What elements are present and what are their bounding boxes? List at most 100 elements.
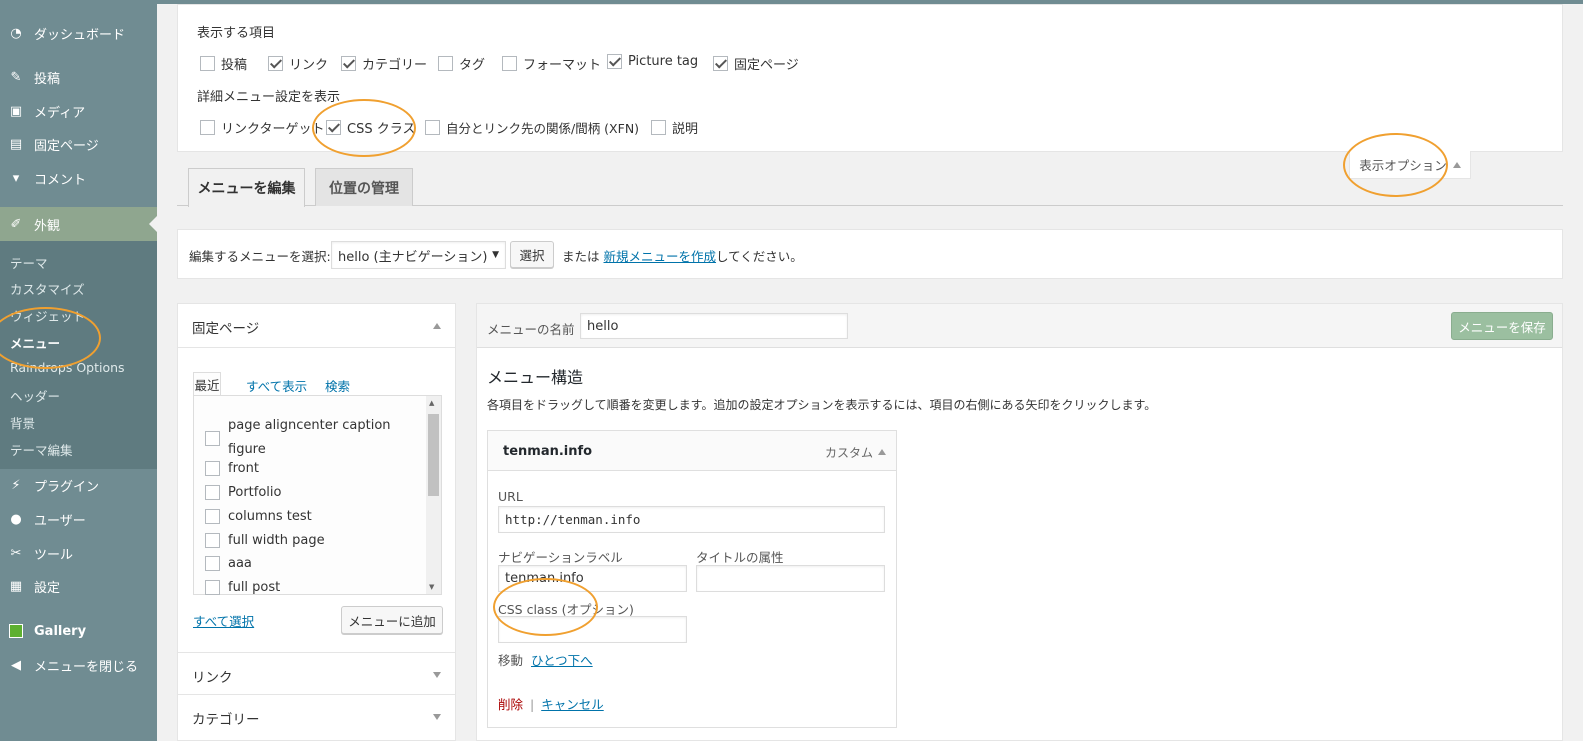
sidebar-item-dashboard[interactable]: ◔ ダッシュボード — [0, 18, 157, 48]
page-item[interactable]: page aligncenter caption figure — [205, 414, 408, 462]
collapse-caret-icon — [433, 323, 441, 329]
categories-section-header[interactable]: カテゴリー — [178, 694, 455, 740]
pin-icon: ✎ — [10, 69, 22, 85]
checkbox[interactable] — [205, 580, 220, 595]
links-section-header[interactable]: リンク — [178, 652, 455, 694]
checkbox[interactable] — [205, 556, 220, 571]
url-input[interactable]: http://tenman.info — [498, 506, 885, 533]
appearance-submenu: テーマ カスタマイズ ウィジェット メニュー Raindrops Options… — [0, 241, 157, 469]
tab-manage-locations[interactable]: 位置の管理 — [315, 168, 413, 206]
option-description[interactable]: 説明 — [651, 118, 698, 137]
submenu-themes[interactable]: テーマ — [10, 253, 48, 272]
submenu-raindrops-options[interactable]: Raindrops Options — [10, 360, 125, 375]
menu-name-input[interactable]: hello — [580, 313, 848, 339]
submenu-widgets[interactable]: ウィジェット — [10, 306, 85, 325]
checkbox[interactable] — [268, 56, 283, 71]
page-item[interactable]: full post — [205, 580, 280, 595]
move-down-link[interactable]: ひとつ下へ — [531, 653, 593, 668]
checkbox[interactable] — [200, 56, 215, 71]
checkbox[interactable] — [713, 56, 728, 71]
add-to-menu-button[interactable]: メニューに追加 — [341, 606, 443, 634]
tab-edit-menus[interactable]: メニューを編集 — [188, 168, 305, 207]
sidebar-item-media[interactable]: ▣ メディア — [0, 96, 157, 126]
option-xfn[interactable]: 自分とリンク先の関係/間柄 (XFN) — [425, 118, 639, 137]
sidebar-collapse[interactable]: ◀ メニューを閉じる — [0, 650, 157, 680]
tab-search[interactable]: 検索 — [325, 376, 350, 395]
option-css-classes[interactable]: CSS クラス — [326, 118, 415, 137]
move-label: 移動 — [498, 653, 524, 668]
sidebar-item-posts[interactable]: ✎ 投稿 — [0, 62, 157, 92]
submenu-menus[interactable]: メニュー — [10, 333, 60, 352]
comment-icon: ▾ — [12, 170, 20, 186]
cancel-link[interactable]: キャンセル — [541, 697, 604, 712]
checkbox[interactable] — [438, 56, 453, 71]
option-categories[interactable]: カテゴリー — [341, 54, 427, 73]
submenu-background[interactable]: 背景 — [10, 413, 35, 432]
sidebar-item-users[interactable]: ● ユーザー — [0, 504, 157, 534]
page-item[interactable]: full width page — [205, 533, 325, 548]
checkbox[interactable] — [205, 430, 220, 446]
screen-options-toggle[interactable]: 表示オプション — [1349, 151, 1471, 179]
title-attr-input[interactable] — [696, 565, 885, 592]
separator: | — [530, 697, 535, 712]
scrollbar-thumb[interactable] — [428, 414, 439, 496]
select-all-link[interactable]: すべて選択 — [193, 611, 254, 630]
checkbox[interactable] — [205, 533, 220, 548]
title-attr-label: タイトルの属性 — [696, 550, 784, 565]
nav-label-input[interactable]: tenman.info — [498, 565, 687, 592]
delete-link[interactable]: 削除 — [498, 697, 523, 712]
scrollbar[interactable]: ▲ ▼ — [426, 396, 441, 594]
gallery-icon — [8, 623, 24, 639]
submenu-header[interactable]: ヘッダー — [10, 386, 60, 405]
checkbox[interactable] — [502, 56, 517, 71]
checkbox[interactable] — [607, 54, 622, 69]
checkbox[interactable] — [651, 120, 666, 135]
sidebar-item-appearance[interactable]: ✐ 外観 — [0, 207, 157, 241]
tab-recent[interactable]: 最近 — [193, 372, 221, 396]
select-menu-button[interactable]: 選択 — [510, 241, 554, 268]
submenu-customize[interactable]: カスタマイズ — [10, 279, 85, 298]
menu-item-title: tenman.info — [503, 444, 593, 459]
menu-item-handle[interactable]: tenman.info カスタム — [488, 431, 896, 471]
checkbox[interactable] — [205, 509, 220, 524]
dropdown-arrow-icon: ▼ — [492, 250, 499, 260]
sidebar-item-comments[interactable]: ▾ コメント — [0, 163, 157, 193]
submenu-theme-editor[interactable]: テーマ編集 — [10, 440, 73, 459]
checkbox[interactable] — [326, 120, 341, 135]
create-new-menu-link[interactable]: 新規メニューを作成 — [604, 249, 717, 264]
tab-view-all[interactable]: すべて表示 — [246, 376, 307, 395]
sidebar-item-gallery[interactable]: Gallery — [0, 616, 157, 646]
option-links[interactable]: リンク — [268, 54, 328, 73]
sidebar-item-tools[interactable]: ✂ ツール — [0, 538, 157, 568]
scroll-down-icon[interactable]: ▼ — [429, 583, 434, 591]
sidebar-item-pages[interactable]: ▤ 固定ページ — [0, 129, 157, 159]
menu-select-bar: 編集するメニューを選択: hello (主ナビゲーション) ▼ 選択 または 新規メ… — [177, 229, 1563, 279]
page-item[interactable]: front — [205, 461, 259, 476]
option-tags[interactable]: タグ — [438, 54, 485, 73]
move-row: 移動 ひとつ下へ — [498, 650, 593, 669]
menu-select-dropdown[interactable]: hello (主ナビゲーション) ▼ — [331, 241, 506, 269]
option-fixed-pages[interactable]: 固定ページ — [713, 54, 799, 73]
wrench-icon: ✂ — [10, 545, 22, 561]
sidebar-item-settings[interactable]: ▦ 設定 — [0, 571, 157, 601]
option-link-target[interactable]: リンクターゲット — [200, 118, 324, 137]
nav-label-label: ナビゲーションラベル — [498, 550, 623, 565]
checkbox[interactable] — [205, 461, 220, 476]
page-item[interactable]: Portfolio — [205, 485, 281, 500]
pages-section-header[interactable]: 固定ページ — [178, 304, 455, 348]
option-posts[interactable]: 投稿 — [200, 54, 247, 73]
option-picture-tag[interactable]: Picture tag — [607, 54, 698, 69]
checkbox[interactable] — [205, 485, 220, 500]
sidebar-item-plugins[interactable]: ⚡ プラグイン — [0, 470, 157, 500]
plugin-icon: ⚡ — [11, 477, 21, 493]
page-item[interactable]: columns test — [205, 509, 312, 524]
css-class-input[interactable] — [498, 616, 687, 643]
page-item[interactable]: aaa — [205, 556, 252, 571]
option-format[interactable]: フォーマット — [502, 54, 601, 73]
checkbox[interactable] — [200, 120, 215, 135]
checkbox[interactable] — [425, 120, 440, 135]
checkbox[interactable] — [341, 56, 356, 71]
save-menu-button[interactable]: メニューを保存 — [1451, 312, 1553, 340]
scroll-up-icon[interactable]: ▲ — [429, 399, 434, 407]
item-toggle-caret-icon[interactable] — [878, 449, 886, 455]
